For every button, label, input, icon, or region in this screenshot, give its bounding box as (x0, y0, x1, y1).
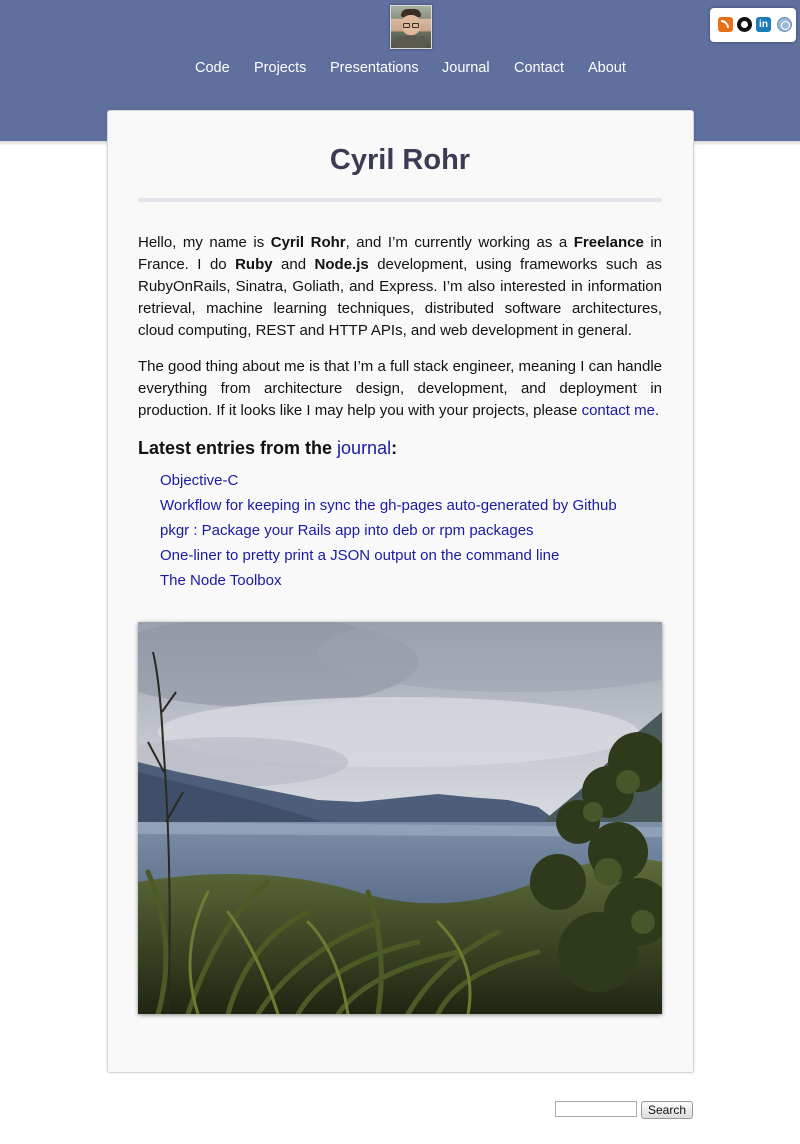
latest-entries-heading: Latest entries from the journal: (138, 438, 398, 458)
landscape-photo (138, 622, 662, 1014)
github-icon[interactable] (737, 17, 752, 32)
entry-link[interactable]: pkgr : Package your Rails app into deb o… (160, 522, 534, 539)
journal-link[interactable]: journal (337, 438, 391, 458)
page-title: Cyril Rohr (329, 144, 471, 176)
nav-projects[interactable]: Projects (254, 60, 306, 76)
list-item: Workflow for keeping in sync the gh-page… (160, 495, 660, 520)
title-divider (138, 198, 662, 202)
nav-contact[interactable]: Contact (514, 60, 564, 76)
intro-paragraph: Hello, my name is Cyril Rohr, and I’m cu… (138, 234, 662, 339)
entry-link[interactable]: Objective-C (160, 472, 238, 489)
list-item: The Node Toolbox (160, 570, 660, 595)
list-item: One-liner to pretty print a JSON output … (160, 545, 660, 570)
latest-entries-list: Objective-C Workflow for keeping in sync… (160, 470, 660, 595)
nav-about[interactable]: About (588, 60, 626, 76)
search-input[interactable] (555, 1101, 637, 1117)
entry-link[interactable]: One-liner to pretty print a JSON output … (160, 547, 559, 564)
main-nav: Code Projects Presentations Journal Cont… (0, 60, 800, 80)
avatar[interactable] (390, 5, 432, 49)
linkedin-icon[interactable]: in (756, 17, 771, 32)
social-links: in (710, 8, 796, 42)
about-paragraph: The good thing about me is that I’m a fu… (138, 358, 662, 419)
nav-code[interactable]: Code (195, 60, 230, 76)
web-icon[interactable] (777, 17, 792, 32)
contact-me-link[interactable]: contact me (582, 402, 655, 419)
list-item: Objective-C (160, 470, 660, 495)
search-button[interactable]: Search (641, 1101, 693, 1119)
nav-journal[interactable]: Journal (442, 60, 490, 76)
rss-icon[interactable] (718, 17, 733, 32)
nav-presentations[interactable]: Presentations (330, 60, 419, 76)
list-item: pkgr : Package your Rails app into deb o… (160, 520, 660, 545)
entry-link[interactable]: The Node Toolbox (160, 572, 281, 589)
entry-link[interactable]: Workflow for keeping in sync the gh-page… (160, 497, 617, 514)
